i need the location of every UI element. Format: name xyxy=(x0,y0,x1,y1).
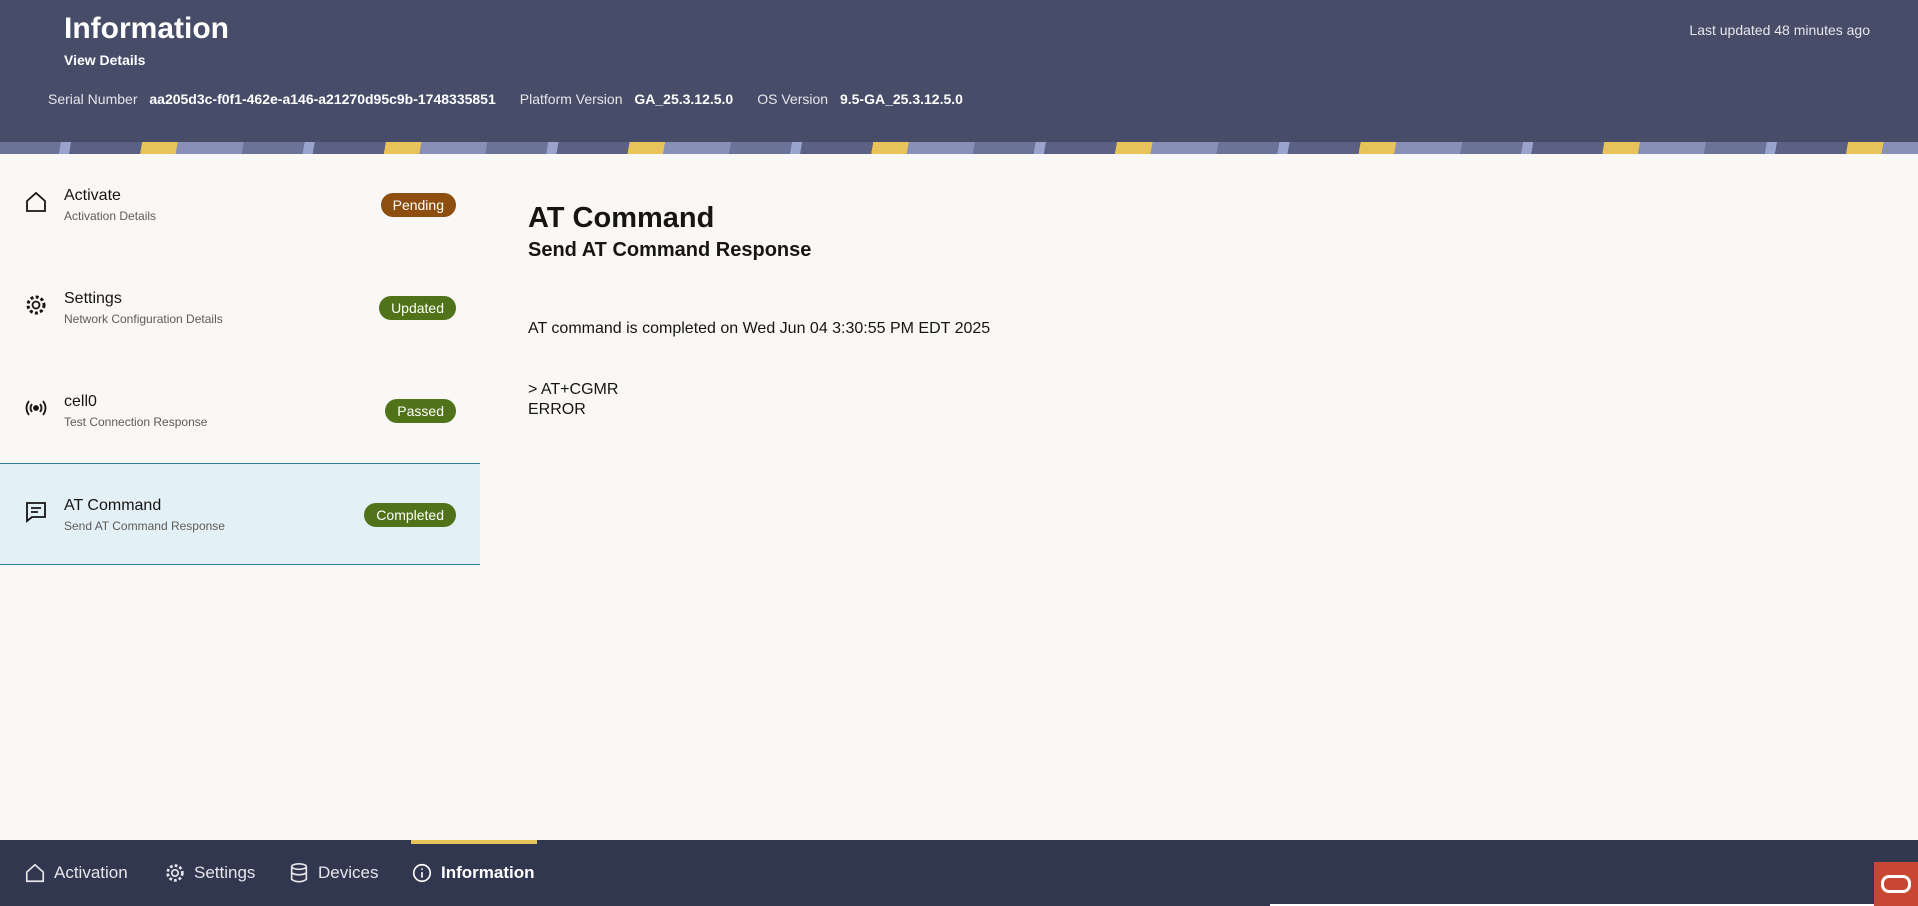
list-item-desc: Send AT Command Response xyxy=(64,519,225,533)
device-meta: Serial Number aa205d3c-f0f1-462e-a146-a2… xyxy=(48,91,963,107)
list-item-desc: Test Connection Response xyxy=(64,415,208,429)
status-badge: Updated xyxy=(379,296,456,320)
list-item-activate[interactable]: Activate Activation Details Pending xyxy=(0,154,480,257)
detail-title: AT Command xyxy=(528,202,715,234)
detail-subtitle: Send AT Command Response xyxy=(528,239,812,261)
platform-version-label: Platform Version xyxy=(519,91,623,107)
page-header: Information View Details Last updated 48… xyxy=(0,0,1918,142)
os-version-label: OS Version xyxy=(757,91,829,107)
tab-label: Devices xyxy=(318,863,379,882)
os-version-value: 9.5-GA_25.3.12.5.0 xyxy=(839,91,963,107)
tab-devices[interactable]: Devices xyxy=(288,840,378,906)
command-output: > AT+CGMR ERROR xyxy=(528,381,619,418)
command-status-text: AT command is completed on Wed Jun 04 3:… xyxy=(528,320,991,337)
broadcast-icon xyxy=(25,400,47,416)
list-item-cell0[interactable]: cell0 Test Connection Response Passed xyxy=(0,360,480,463)
oracle-logo-button[interactable] xyxy=(1874,862,1918,906)
serial-number: Serial Number aa205d3c-f0f1-462e-a146-a2… xyxy=(48,91,496,107)
decorative-banner xyxy=(0,142,1918,154)
serial-number-label: Serial Number xyxy=(48,91,138,107)
list-item-desc: Activation Details xyxy=(64,209,157,223)
tab-settings[interactable]: Settings xyxy=(164,840,255,906)
bottom-nav: Activation Settings Devices Information xyxy=(0,840,1918,906)
serial-number-value: aa205d3c-f0f1-462e-a146-a21270d95c9b-174… xyxy=(149,91,496,107)
list-item-name: cell0 xyxy=(64,393,97,410)
page-subtitle: View Details xyxy=(64,52,146,68)
home-icon xyxy=(25,863,45,883)
tab-label: Information xyxy=(441,863,535,882)
last-updated-text: Last updated 48 minutes ago xyxy=(1689,22,1870,38)
list-item-name: AT Command xyxy=(64,497,162,514)
oracle-logo-icon xyxy=(1881,875,1911,893)
info-icon xyxy=(412,863,432,883)
platform-version: Platform Version GA_25.3.12.5.0 xyxy=(520,91,733,107)
status-badge: Passed xyxy=(385,399,456,423)
list-item-settings[interactable]: Settings Network Configuration Details U… xyxy=(0,257,480,360)
tab-activation[interactable]: Activation xyxy=(24,840,128,906)
gear-icon xyxy=(26,295,46,315)
gear-icon xyxy=(166,864,184,882)
platform-version-value: GA_25.3.12.5.0 xyxy=(634,91,734,107)
tab-label: Activation xyxy=(54,863,128,882)
status-badge: Completed xyxy=(364,503,456,527)
os-version: OS Version 9.5-GA_25.3.12.5.0 xyxy=(757,91,963,107)
list-item-name: Settings xyxy=(64,290,122,307)
home-icon xyxy=(26,191,46,212)
message-icon xyxy=(26,502,46,523)
status-badge: Pending xyxy=(380,193,456,217)
list-item-name: Activate xyxy=(64,187,121,204)
page-title: Information xyxy=(64,12,229,45)
tab-label: Settings xyxy=(194,863,256,882)
list-item-desc: Network Configuration Details xyxy=(64,312,223,326)
detail-panel: AT Command Send AT Command Response AT c… xyxy=(528,202,990,418)
tab-information[interactable]: Information xyxy=(411,840,537,906)
info-sections-list: Activate Activation Details Pending Sett… xyxy=(0,154,480,565)
list-item-at-command[interactable]: AT Command Send AT Command Response Comp… xyxy=(0,463,480,565)
database-icon xyxy=(290,863,308,883)
